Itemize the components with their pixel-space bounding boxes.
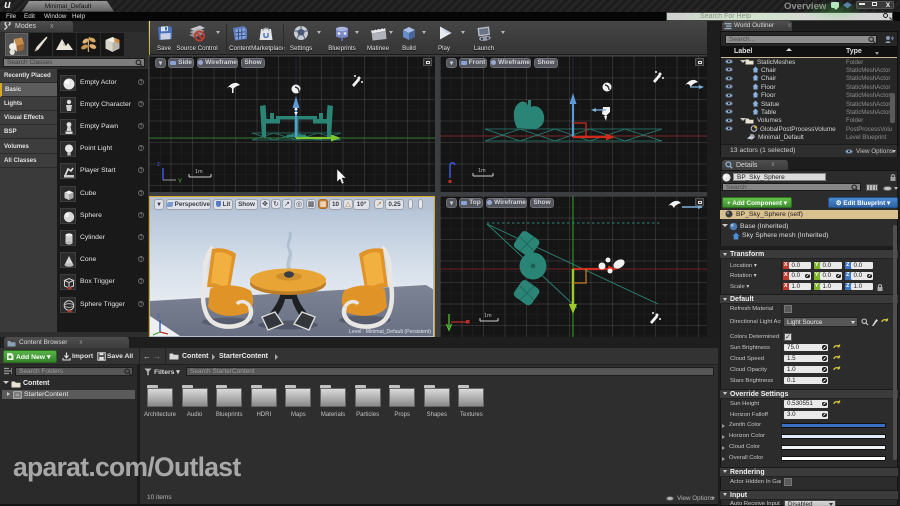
svg-text:1m: 1m xyxy=(195,169,203,175)
svg-text:Level : Minimal_Default (Persi: Level : Minimal_Default (Persistent) xyxy=(349,329,431,335)
svg-text:z: z xyxy=(157,162,160,168)
svg-text:Y: Y xyxy=(178,179,182,185)
svg-text:1m: 1m xyxy=(478,168,486,174)
svg-text:z: z xyxy=(157,314,160,320)
svg-text:1m: 1m xyxy=(484,313,492,319)
